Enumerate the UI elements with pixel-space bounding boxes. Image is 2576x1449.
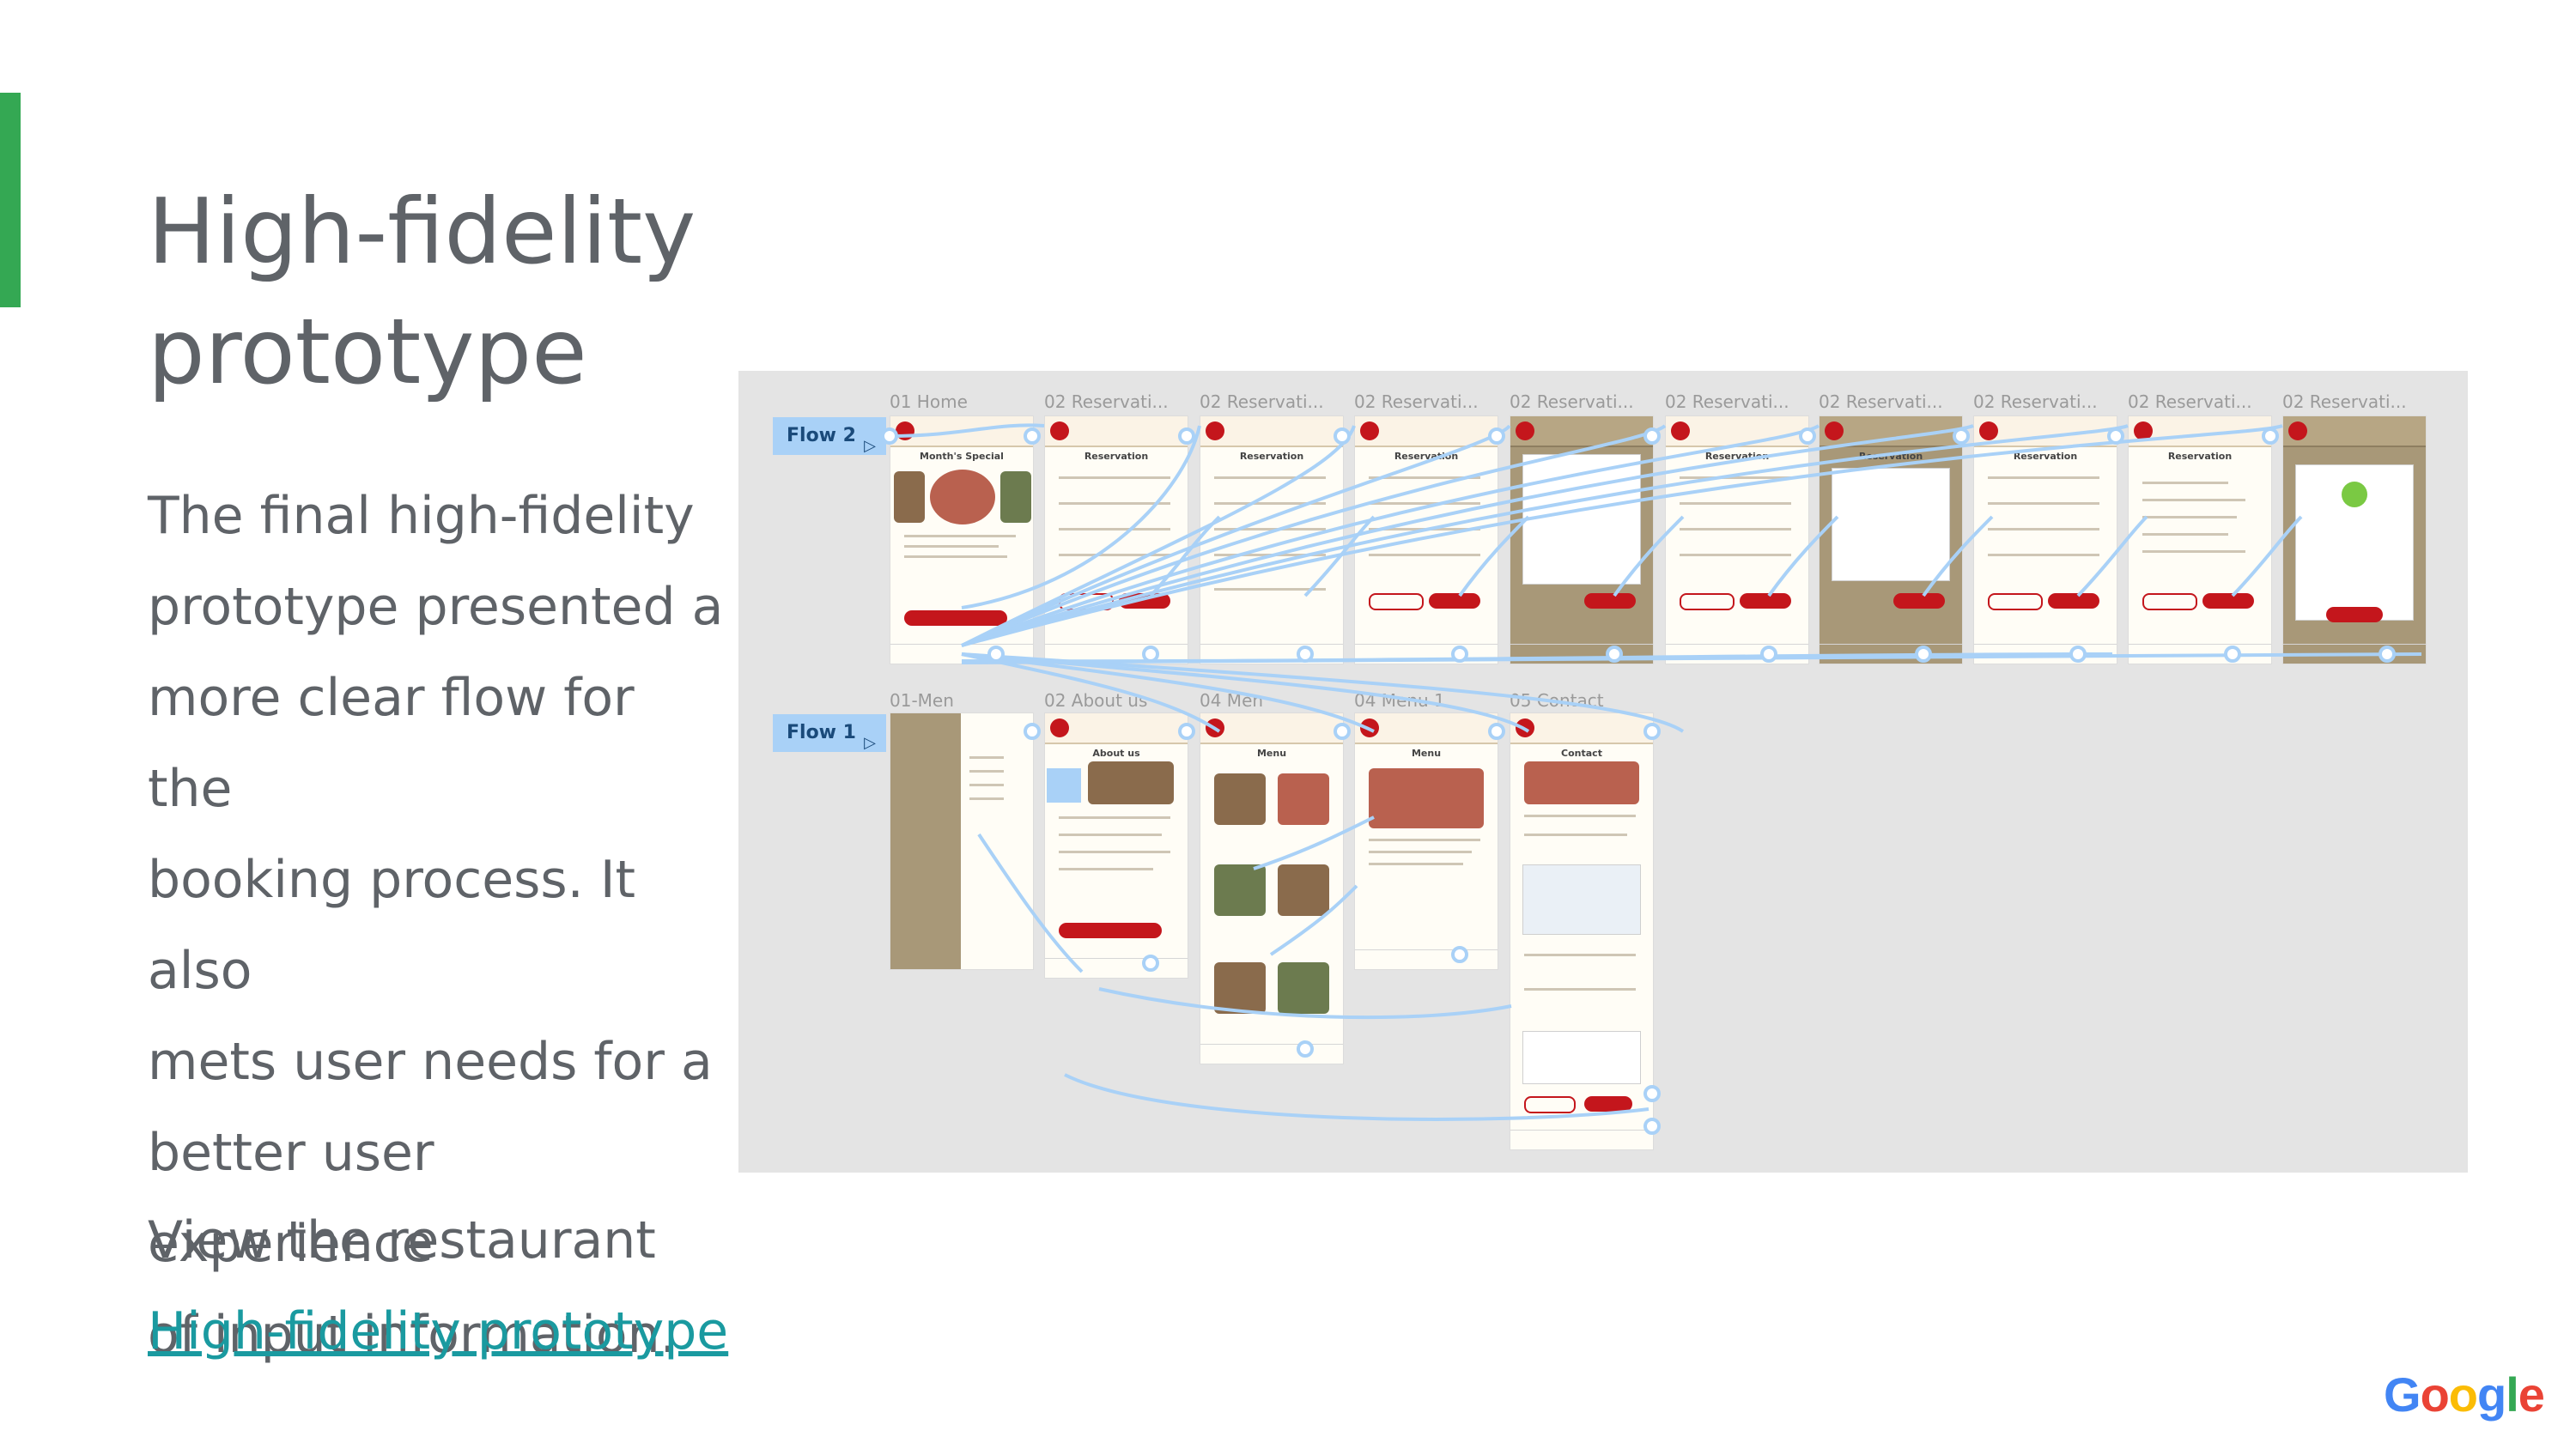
description-line: The final high-fidelity (148, 486, 695, 546)
accent-bar (0, 93, 21, 307)
description-line: prototype presented a (148, 577, 724, 637)
flow-connectors (881, 423, 2422, 1135)
google-logo: Google (2384, 1367, 2545, 1422)
description-line: mets user needs for a (148, 1032, 713, 1092)
view-text: View the restaurant (148, 1210, 656, 1270)
title-line-1: High-fidelity (148, 179, 696, 284)
description-line: booking process. It also (148, 850, 636, 1001)
prototype-link[interactable]: High-fidelity prototype (148, 1286, 728, 1377)
description-line: more clear flow for the (148, 668, 635, 819)
title-line-2: prototype (148, 300, 587, 404)
prototype-canvas: 01 Home 02 Reservati... 02 Reservati... … (738, 371, 2468, 1173)
slide-title: High-fidelity prototype (148, 172, 749, 412)
